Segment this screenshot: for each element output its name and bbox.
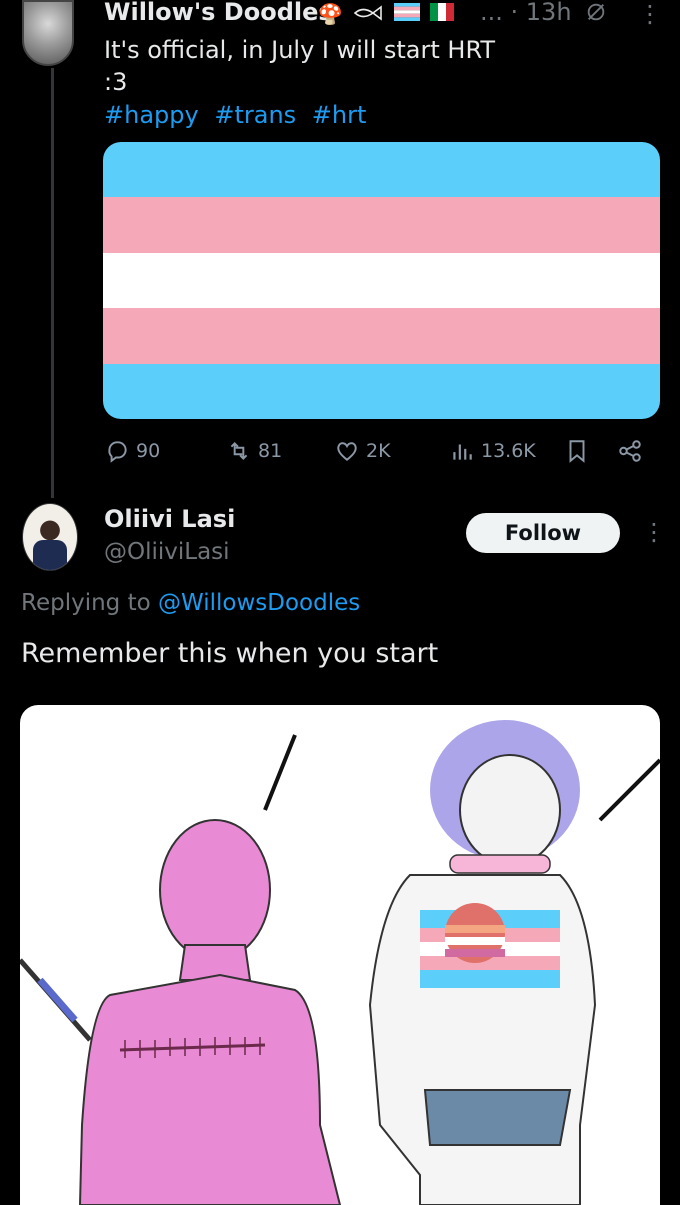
hashtag-link[interactable]: #happy bbox=[104, 101, 199, 129]
replying-to: Replying to @WillowsDoodles bbox=[21, 590, 360, 616]
flag-stripe bbox=[103, 308, 660, 364]
reply-more-options-icon[interactable]: ⋮ bbox=[642, 518, 666, 546]
share-action[interactable] bbox=[617, 438, 643, 464]
flag-stripe bbox=[103, 197, 660, 253]
hashtag-link[interactable]: #hrt bbox=[312, 101, 367, 129]
reply-author-name[interactable]: Oliivi Lasi bbox=[104, 505, 235, 533]
author-avatar[interactable] bbox=[22, 0, 74, 66]
heart-icon bbox=[337, 442, 357, 461]
like-action[interactable]: 2K bbox=[334, 438, 391, 464]
tweet-time[interactable]: ... · 13h bbox=[480, 0, 607, 26]
grok-icon[interactable] bbox=[585, 1, 607, 23]
flag-stripe bbox=[103, 142, 660, 198]
follow-button[interactable]: Follow bbox=[466, 513, 620, 553]
reply-icon bbox=[108, 441, 127, 463]
repost-action[interactable]: 81 bbox=[226, 438, 282, 464]
views-action[interactable]: 13.6K bbox=[449, 438, 536, 464]
reply-image[interactable] bbox=[20, 705, 660, 1205]
tweet-text: It's official, in July I will start HRT … bbox=[104, 36, 496, 96]
views-count: 13.6K bbox=[481, 440, 536, 462]
hashtags: #happy #trans #hrt bbox=[104, 101, 374, 129]
author-name[interactable]: Willow's Doodles bbox=[104, 0, 333, 26]
replying-to-link[interactable]: @WillowsDoodles bbox=[158, 590, 360, 616]
replying-prefix: Replying to bbox=[21, 590, 158, 616]
reply-author-avatar[interactable] bbox=[22, 503, 78, 571]
hashtag-link[interactable]: #trans bbox=[214, 101, 296, 129]
flag-stripe bbox=[103, 363, 660, 419]
name-badges: 🍄 bbox=[318, 2, 458, 26]
reply-count: 90 bbox=[136, 440, 161, 462]
reply-author-handle[interactable]: @OliiviLasi bbox=[104, 539, 230, 565]
repost-icon bbox=[230, 442, 248, 460]
mushroom-icon: 🍄 bbox=[318, 2, 343, 26]
time-text: · 13h bbox=[510, 0, 572, 26]
more-options-icon[interactable]: ⋮ bbox=[638, 0, 662, 28]
trans-flag-icon bbox=[393, 2, 426, 26]
meme-drawing bbox=[20, 720, 660, 1205]
views-chart-icon bbox=[453, 444, 472, 460]
bookmark-icon bbox=[569, 440, 585, 463]
repost-count: 81 bbox=[258, 440, 283, 462]
italy-flag-icon bbox=[429, 2, 454, 26]
ellipsis: ... bbox=[480, 0, 503, 26]
flag-stripe bbox=[103, 252, 660, 309]
tweet-image-trans-flag[interactable] bbox=[103, 142, 660, 419]
thread-line bbox=[51, 68, 54, 498]
tweet-actions: 90 81 2K 13.6K bbox=[104, 438, 664, 470]
like-count: 2K bbox=[366, 440, 391, 462]
fish-icon bbox=[353, 2, 389, 26]
share-icon bbox=[619, 440, 641, 462]
reply-text: Remember this when you start bbox=[21, 638, 439, 669]
reply-action[interactable]: 90 bbox=[104, 438, 160, 464]
bookmark-action[interactable] bbox=[564, 438, 590, 464]
